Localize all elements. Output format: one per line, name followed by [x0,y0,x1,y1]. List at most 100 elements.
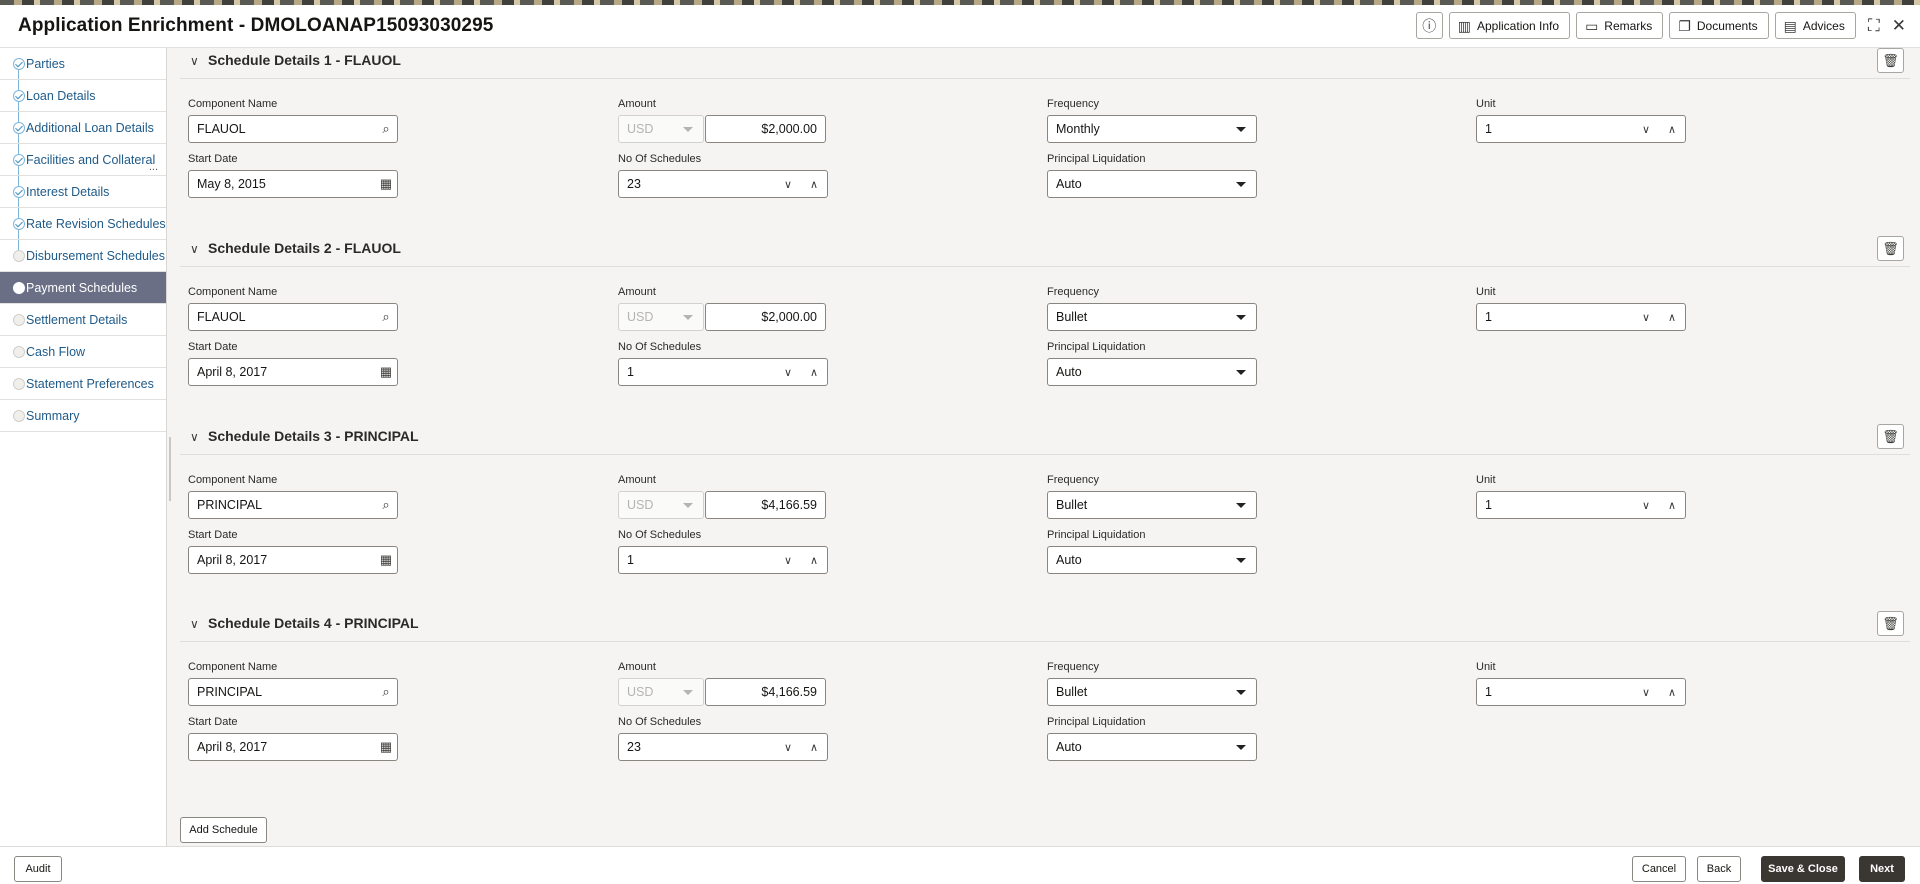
chevron-down-icon[interactable]: ∨ [775,554,801,567]
search-icon[interactable]: ⌕ [375,684,397,700]
unit-stepper[interactable]: 1 ∨ ∧ [1476,491,1686,519]
start-date-field[interactable]: April 8, 2017 ▦ [188,733,398,761]
component-name-field[interactable]: FLAUOL ⌕ [188,303,398,331]
calendar-icon[interactable]: ▦ [375,739,397,755]
unit-stepper[interactable]: 1 ∨ ∧ [1476,303,1686,331]
frequency-value: Bullet [1056,498,1088,512]
chevron-up-icon[interactable]: ∧ [1659,311,1685,324]
calendar-icon[interactable]: ▦ [375,176,397,192]
advices-button[interactable]: ▤ Advices [1774,12,1856,39]
delete-schedule-button[interactable]: 🗑 [1877,48,1904,73]
sidebar-item-additional-loan-details[interactable]: Additional Loan Details [0,112,166,144]
chevron-down-icon[interactable]: ∨ [1633,311,1659,324]
component-name-field[interactable]: PRINCIPAL ⌕ [188,678,398,706]
back-button[interactable]: Back [1697,856,1741,882]
sidebar-item-settlement-details[interactable]: Settlement Details [0,304,166,336]
add-schedule-button[interactable]: Add Schedule [180,817,267,843]
info-button[interactable]: ⓘ [1415,12,1443,39]
sidebar-item-facilities-collateral[interactable]: Facilities and Collateral... [0,144,166,176]
start-date-field[interactable]: April 8, 2017 ▦ [188,358,398,386]
chevron-down-icon[interactable]: ∨ [1633,123,1659,136]
next-button[interactable]: Next [1859,856,1905,882]
sidebar-item-statement-preferences[interactable]: Statement Preferences [0,368,166,400]
documents-button[interactable]: ❐ Documents [1669,12,1769,39]
advices-label: Advices [1802,18,1845,33]
start-date-field[interactable]: May 8, 2015 ▦ [188,170,398,198]
amount-field[interactable]: $2,000.00 [705,303,826,331]
collapse-icon[interactable]: ⛶ [1868,17,1880,34]
remarks-button[interactable]: ▭ Remarks [1576,12,1664,39]
chevron-down-icon[interactable]: ∨ [190,242,199,256]
unit-stepper[interactable]: 1 ∨ ∧ [1476,115,1686,143]
chevron-up-icon[interactable]: ∧ [1659,686,1685,699]
book-icon: ▥ [1457,17,1471,34]
no-of-schedules-stepper[interactable]: 1 ∨ ∧ [618,358,828,386]
sidebar-item-rate-revision-schedules[interactable]: Rate Revision Schedules [0,208,166,240]
sidebar-item-label: Loan Details [26,88,96,103]
frequency-select[interactable]: Bullet [1047,678,1257,706]
unit-stepper[interactable]: 1 ∨ ∧ [1476,678,1686,706]
amount-field[interactable]: $4,166.59 [705,491,826,519]
principal-liquidation-value: Auto [1056,177,1082,191]
chevron-down-icon[interactable]: ∨ [190,54,199,68]
principal-liquidation-select[interactable]: Auto [1047,546,1257,574]
sidebar-item-loan-details[interactable]: Loan Details [0,80,166,112]
amount-field[interactable]: $2,000.00 [705,115,826,143]
no-of-schedules-stepper[interactable]: 23 ∨ ∧ [618,733,828,761]
principal-liquidation-select[interactable]: Auto [1047,733,1257,761]
sidebar-item-payment-schedules[interactable]: Payment Schedules [0,272,166,304]
no-of-schedules-stepper[interactable]: 23 ∨ ∧ [618,170,828,198]
chevron-up-icon[interactable]: ∧ [1659,123,1685,136]
sidebar-item-parties[interactable]: Parties [0,48,166,80]
chevron-up-icon[interactable]: ∧ [801,366,827,379]
cancel-button[interactable]: Cancel [1632,856,1686,882]
sidebar-resize-handle[interactable] [169,437,171,501]
component-name-field[interactable]: FLAUOL ⌕ [188,115,398,143]
amount-value: $4,166.59 [761,685,817,699]
application-info-button[interactable]: ▥ Application Info [1448,12,1571,39]
amount-field[interactable]: $4,166.59 [705,678,826,706]
component-name-label: Component Name [188,286,278,298]
sidebar-item-interest-details[interactable]: Interest Details [0,176,166,208]
sidebar-item-cash-flow[interactable]: Cash Flow [0,336,166,368]
frequency-select[interactable]: Bullet [1047,491,1257,519]
chevron-down-icon[interactable]: ∨ [775,366,801,379]
frequency-select[interactable]: Bullet [1047,303,1257,331]
chevron-up-icon[interactable]: ∧ [801,554,827,567]
calendar-icon[interactable]: ▦ [375,552,397,568]
save-close-button[interactable]: Save & Close [1761,856,1845,882]
delete-schedule-button[interactable]: 🗑 [1877,236,1904,261]
chevron-down-icon[interactable]: ∨ [775,178,801,191]
advices-icon: ▤ [1783,17,1797,34]
no-of-schedules-stepper[interactable]: 1 ∨ ∧ [618,546,828,574]
principal-liquidation-select[interactable]: Auto [1047,358,1257,386]
amount-label: Amount [618,98,656,110]
calendar-icon[interactable]: ▦ [375,364,397,380]
search-icon[interactable]: ⌕ [375,121,397,137]
chevron-down-icon[interactable]: ∨ [1633,686,1659,699]
delete-schedule-button[interactable]: 🗑 [1877,611,1904,636]
sidebar-item-label: Statement Preferences [26,376,154,391]
sidebar-item-disbursement-schedules[interactable]: Disbursement Schedules [0,240,166,272]
principal-liquidation-select[interactable]: Auto [1047,170,1257,198]
chevron-up-icon[interactable]: ∧ [1659,499,1685,512]
delete-schedule-button[interactable]: 🗑 [1877,424,1904,449]
chevron-up-icon[interactable]: ∧ [801,178,827,191]
chevron-up-icon[interactable]: ∧ [801,741,827,754]
pending-dot-icon [13,377,25,390]
chevron-down-icon[interactable]: ∨ [190,430,199,444]
close-icon[interactable]: ✕ [1892,17,1906,34]
audit-button[interactable]: Audit [14,856,62,882]
check-icon [13,57,25,70]
chevron-down-icon[interactable]: ∨ [775,741,801,754]
chevron-down-icon[interactable]: ∨ [1633,499,1659,512]
start-date-field[interactable]: April 8, 2017 ▦ [188,546,398,574]
no-of-schedules-value: 23 [627,740,641,754]
component-name-label: Component Name [188,474,278,486]
chevron-down-icon[interactable]: ∨ [190,617,199,631]
component-name-field[interactable]: PRINCIPAL ⌕ [188,491,398,519]
search-icon[interactable]: ⌕ [375,309,397,325]
search-icon[interactable]: ⌕ [375,497,397,513]
sidebar-item-summary[interactable]: Summary [0,400,166,432]
frequency-select[interactable]: Monthly [1047,115,1257,143]
